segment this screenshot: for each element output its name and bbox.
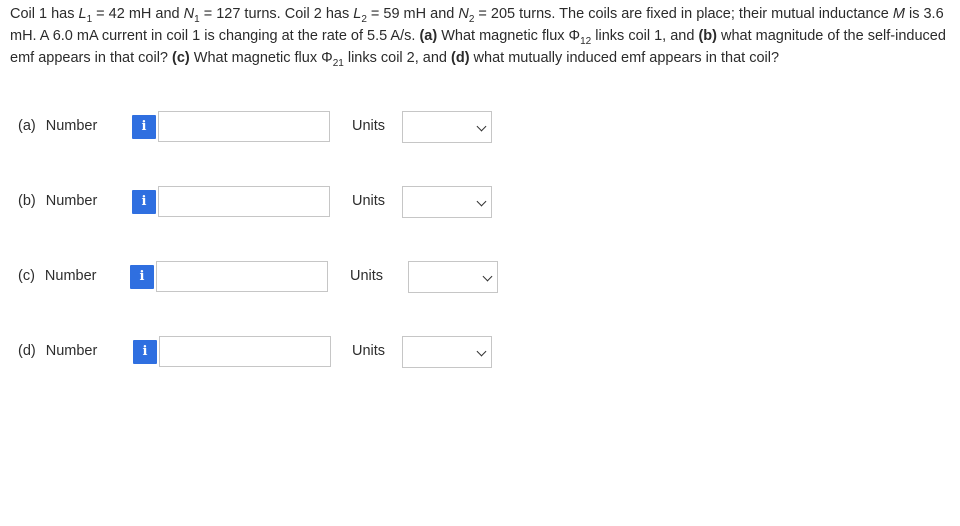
- part-tag: (d): [18, 343, 36, 359]
- number-label: Number: [45, 193, 98, 209]
- number-label: Number: [44, 268, 97, 284]
- info-icon[interactable]: i: [132, 190, 156, 214]
- units-label: Units: [350, 268, 384, 284]
- units-select-d[interactable]: [402, 336, 492, 368]
- chevron-down-icon: [476, 346, 487, 357]
- answer-row-c: (c) Number i Units: [0, 260, 960, 294]
- units-label: Units: [352, 193, 386, 209]
- units-select-b[interactable]: [402, 186, 492, 218]
- chevron-down-icon: [482, 271, 493, 282]
- info-icon[interactable]: i: [130, 265, 154, 289]
- info-icon[interactable]: i: [132, 115, 156, 139]
- row-label-b: (b) Number: [18, 193, 97, 209]
- part-tag: (a): [18, 118, 36, 134]
- number-input-d[interactable]: [159, 336, 331, 367]
- answer-row-a: (a) Number i Units: [0, 110, 960, 144]
- number-label: Number: [45, 118, 98, 134]
- chevron-down-icon: [476, 121, 487, 132]
- units-label: Units: [352, 343, 386, 359]
- units-select-c[interactable]: [408, 261, 498, 293]
- part-tag: (b): [18, 193, 36, 209]
- info-icon[interactable]: i: [133, 340, 157, 364]
- question-text: Coil 1 has L1 = 42 mH and N1 = 127 turns…: [10, 6, 946, 69]
- row-label-a: (a) Number: [18, 118, 97, 134]
- part-tag: (c): [18, 268, 35, 284]
- number-input-a[interactable]: [158, 111, 330, 142]
- answer-row-b: (b) Number i Units: [0, 185, 960, 219]
- number-label: Number: [45, 343, 98, 359]
- answer-row-d: (d) Number i Units: [0, 335, 960, 369]
- number-input-b[interactable]: [158, 186, 330, 217]
- chevron-down-icon: [476, 196, 487, 207]
- units-select-a[interactable]: [402, 111, 492, 143]
- row-label-c: (c) Number: [18, 268, 97, 284]
- row-label-d: (d) Number: [18, 343, 97, 359]
- units-label: Units: [352, 118, 386, 134]
- number-input-c[interactable]: [156, 261, 328, 292]
